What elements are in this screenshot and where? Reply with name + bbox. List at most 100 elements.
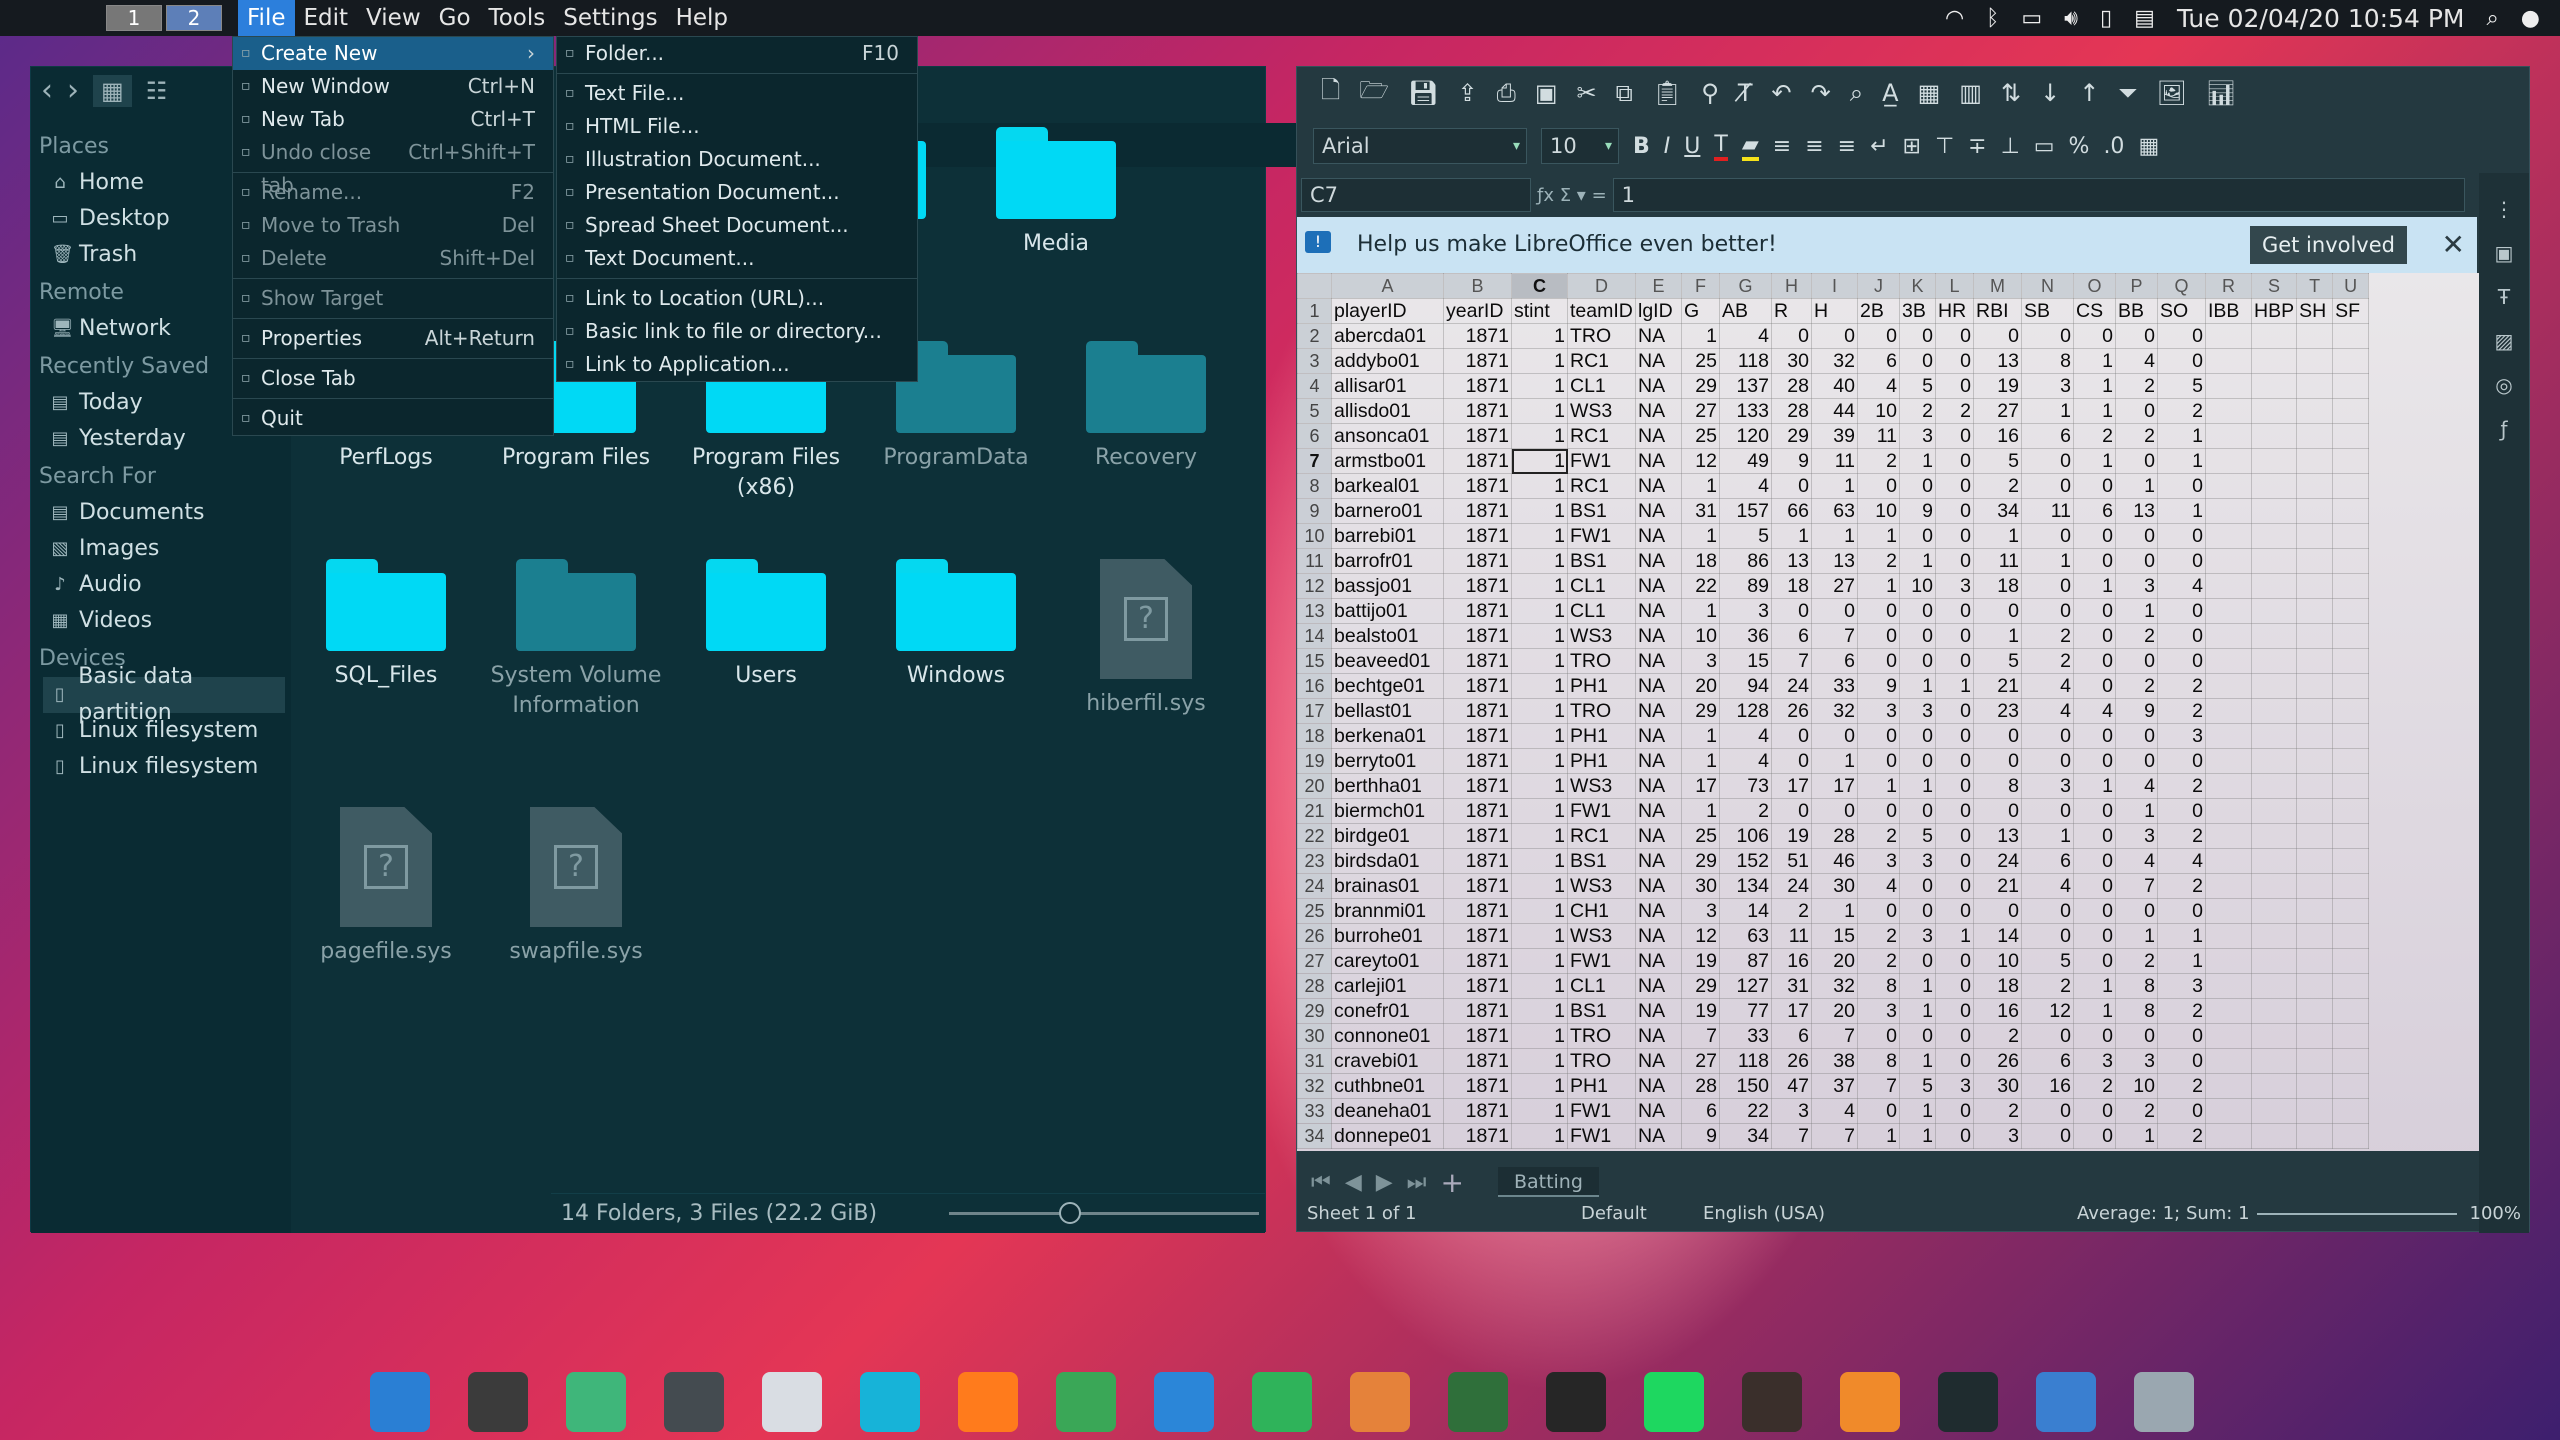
- cell[interactable]: 0: [1811, 598, 1858, 624]
- cell[interactable]: [2205, 848, 2252, 874]
- percent-icon[interactable]: %: [2069, 134, 2090, 159]
- cell[interactable]: BS1: [1567, 498, 1636, 524]
- cell[interactable]: 0: [1935, 623, 1974, 649]
- cell[interactable]: [2296, 1098, 2334, 1124]
- cell[interactable]: 18: [1681, 548, 1720, 574]
- cell[interactable]: [2332, 948, 2370, 974]
- cell[interactable]: [2332, 1073, 2370, 1099]
- cell[interactable]: 120: [1719, 423, 1772, 449]
- cell[interactable]: 1871: [1443, 323, 1512, 349]
- cell[interactable]: [2332, 748, 2370, 774]
- cell[interactable]: 2: [2157, 673, 2206, 699]
- cell[interactable]: NA: [1635, 848, 1682, 874]
- sidebar-item[interactable]: ▯ Linux filesystem: [31, 749, 293, 785]
- column-header[interactable]: C: [1511, 273, 1568, 299]
- cell[interactable]: careyto01: [1331, 948, 1444, 974]
- open-icon[interactable]: 🗁: [1359, 73, 1389, 114]
- cell[interactable]: addybo01: [1331, 348, 1444, 374]
- cell[interactable]: SF: [2332, 298, 2370, 324]
- cell[interactable]: 150: [1719, 1073, 1772, 1099]
- list-view-icon[interactable]: ☷: [146, 77, 168, 105]
- cell[interactable]: 0: [1935, 973, 1974, 999]
- back-arrow-icon[interactable]: ‹: [41, 73, 53, 108]
- get-involved-button[interactable]: Get involved: [2249, 226, 2407, 264]
- workspace-2[interactable]: 2: [166, 5, 222, 31]
- file-item[interactable]: ? swapfile.sys: [486, 807, 666, 967]
- cell[interactable]: 5: [1719, 523, 1772, 549]
- font-size-box[interactable]: 10: [1541, 128, 1619, 164]
- cell[interactable]: 1: [2073, 998, 2116, 1024]
- cell[interactable]: 1871: [1443, 648, 1512, 674]
- chart-icon[interactable]: 📊︎: [2206, 79, 2236, 107]
- cell[interactable]: [2250, 773, 2298, 799]
- cell[interactable]: [2250, 973, 2298, 999]
- print-icon[interactable]: ⎙: [1497, 79, 1516, 107]
- cell[interactable]: 0: [2021, 1098, 2074, 1124]
- cell[interactable]: 1: [1681, 798, 1720, 824]
- cell[interactable]: 2: [2157, 1123, 2206, 1149]
- cell[interactable]: [2332, 398, 2370, 424]
- cell[interactable]: 24: [1771, 873, 1812, 899]
- cell[interactable]: 0: [1857, 748, 1900, 774]
- spotify-icon[interactable]: [1644, 1372, 1704, 1432]
- cell[interactable]: 3: [1935, 573, 1974, 599]
- cell[interactable]: 1: [1681, 723, 1720, 749]
- cell[interactable]: birdsda01: [1331, 848, 1444, 874]
- cell[interactable]: 1: [1511, 548, 1568, 574]
- cell[interactable]: 6: [2021, 423, 2074, 449]
- cell[interactable]: 0: [1899, 523, 1936, 549]
- rss-icon[interactable]: [1840, 1372, 1900, 1432]
- cell[interactable]: beaveed01: [1331, 648, 1444, 674]
- cell[interactable]: 11: [1857, 423, 1900, 449]
- cell[interactable]: 0: [1935, 423, 1974, 449]
- cell[interactable]: 0: [1973, 748, 2022, 774]
- cell[interactable]: NA: [1635, 1048, 1682, 1074]
- cell[interactable]: FW1: [1567, 1123, 1636, 1149]
- cell[interactable]: 1: [1511, 1123, 1568, 1149]
- cell[interactable]: 0: [1973, 898, 2022, 924]
- cell[interactable]: 1: [1857, 573, 1900, 599]
- cell[interactable]: 0: [2021, 1123, 2074, 1149]
- row-header[interactable]: 20: [1297, 773, 1332, 799]
- cell[interactable]: 2: [2115, 373, 2158, 399]
- cell[interactable]: 0: [1935, 873, 1974, 899]
- cell[interactable]: [2205, 423, 2252, 449]
- cell[interactable]: 1871: [1443, 523, 1512, 549]
- row-header[interactable]: 21: [1297, 798, 1332, 824]
- cell[interactable]: [2296, 1123, 2334, 1149]
- cell[interactable]: 2: [1857, 948, 1900, 974]
- cell[interactable]: [2332, 448, 2370, 474]
- cell[interactable]: [2332, 423, 2370, 449]
- column-header[interactable]: A: [1331, 273, 1444, 299]
- column-header[interactable]: M: [1973, 273, 2022, 299]
- column-header[interactable]: B: [1443, 273, 1512, 299]
- file-menu-item[interactable]: ▫ New Window Ctrl+N: [233, 70, 553, 103]
- cell[interactable]: deaneha01: [1331, 1098, 1444, 1124]
- cell[interactable]: NA: [1635, 923, 1682, 949]
- cell[interactable]: 1871: [1443, 1048, 1512, 1074]
- cell[interactable]: 3: [1973, 1123, 2022, 1149]
- cell[interactable]: 17: [1771, 773, 1812, 799]
- cell[interactable]: 137: [1719, 373, 1772, 399]
- cell[interactable]: 1: [1811, 898, 1858, 924]
- cell[interactable]: 29: [1681, 698, 1720, 724]
- cell[interactable]: 1: [2115, 598, 2158, 624]
- bold-icon[interactable]: B: [1633, 134, 1650, 159]
- cell[interactable]: 44: [1811, 398, 1858, 424]
- cell[interactable]: 1: [1511, 373, 1568, 399]
- cell[interactable]: 12: [1681, 448, 1720, 474]
- cell[interactable]: [2250, 573, 2298, 599]
- cell[interactable]: [2296, 873, 2334, 899]
- cell[interactable]: [2296, 798, 2334, 824]
- writer-icon[interactable]: [1154, 1372, 1214, 1432]
- cell[interactable]: [2332, 798, 2370, 824]
- cell[interactable]: [2296, 898, 2334, 924]
- row-icon[interactable]: ▦: [1918, 79, 1941, 107]
- cell[interactable]: 0: [2021, 573, 2074, 599]
- cell[interactable]: 16: [2021, 1073, 2074, 1099]
- cell[interactable]: 3: [2115, 823, 2158, 849]
- cell[interactable]: [2296, 773, 2334, 799]
- cell[interactable]: 2: [2157, 398, 2206, 424]
- cell[interactable]: 1871: [1443, 723, 1512, 749]
- cell[interactable]: 30: [1681, 873, 1720, 899]
